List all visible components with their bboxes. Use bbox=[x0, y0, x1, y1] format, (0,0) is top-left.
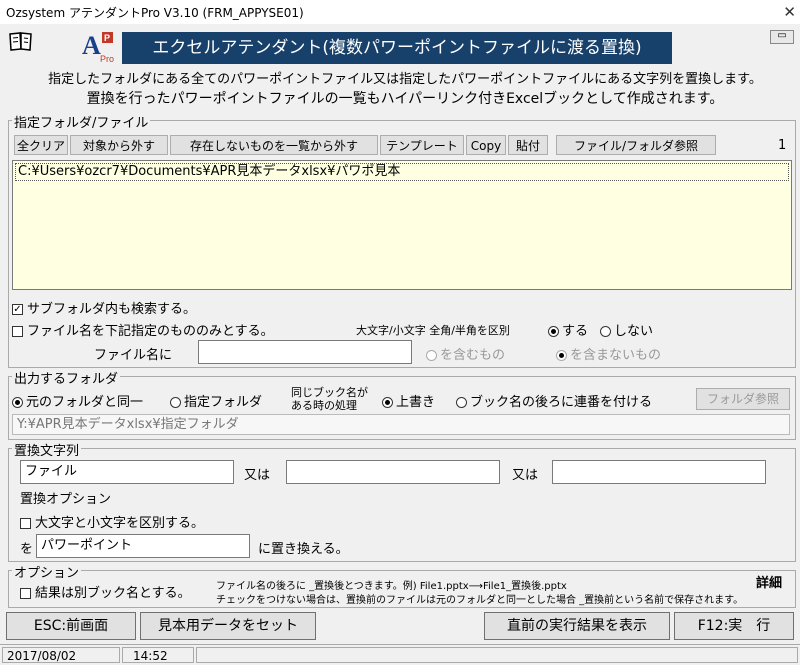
description-line-2: 置換を行ったパワーポイントファイルの一覧もハイパーリンク付きExcelブックとし… bbox=[86, 91, 724, 107]
append-number-label: ブック名の後ろに連番を付ける bbox=[470, 395, 653, 410]
radio-selected-icon[interactable] bbox=[548, 326, 559, 337]
output-folder-group-label: 出力するフォルダ bbox=[12, 368, 121, 387]
replace-suffix-label: に置き換える。 bbox=[258, 542, 349, 557]
filename-input[interactable] bbox=[198, 340, 412, 364]
contains-label: を含むもの bbox=[440, 348, 506, 363]
paste-button[interactable]: 貼付 bbox=[508, 135, 548, 155]
with-label: を bbox=[20, 542, 34, 557]
window-title: Ozsystem アテンダントPro V3.10 (FRM_APPYSE01) bbox=[6, 6, 304, 20]
svg-text:Pro: Pro bbox=[100, 54, 114, 64]
esc-back-button[interactable]: ESC:前画面 bbox=[6, 612, 136, 640]
status-bar: 2017/08/02 14:52 bbox=[0, 644, 800, 665]
option-note-line-1: ファイル名の後ろに _置換後とつきます。例) File1.pptx⟶File1_… bbox=[216, 581, 567, 592]
same-folder-radio[interactable]: 元のフォルダと同一 bbox=[12, 391, 143, 410]
case-no-radio[interactable]: しない bbox=[600, 320, 653, 339]
checkbox-icon[interactable] bbox=[20, 588, 31, 599]
status-date: 2017/08/02 bbox=[2, 647, 120, 663]
replace-group-label: 置換文字列 bbox=[12, 440, 82, 459]
case-no-label: しない bbox=[614, 324, 654, 339]
filter-filename-label: ファイル名を下記指定のもののみとする。 bbox=[27, 324, 274, 339]
not-contains-radio[interactable]: を含まないもの bbox=[556, 344, 661, 363]
case-yes-label: する bbox=[562, 324, 589, 339]
search-text-3-input[interactable] bbox=[552, 460, 766, 484]
append-number-radio[interactable]: ブック名の後ろに連番を付ける bbox=[456, 391, 652, 410]
list-item[interactable]: C:¥Users¥ozcr7¥Documents¥APR見本データxlsx¥パワ… bbox=[15, 163, 789, 181]
overwrite-label: 上書き bbox=[396, 395, 436, 410]
case-sensitive-label: 大文字と小文字を区別する。 bbox=[35, 516, 205, 531]
book-icon[interactable] bbox=[8, 30, 34, 52]
include-subfolders-checkbox[interactable]: ✓ サブフォルダ内も検索する。 bbox=[12, 298, 196, 317]
target-list[interactable]: C:¥Users¥ozcr7¥Documents¥APR見本データxlsx¥パワ… bbox=[12, 160, 792, 290]
case-sensitive-checkbox[interactable]: 大文字と小文字を区別する。 bbox=[20, 512, 204, 531]
case-yes-radio[interactable]: する bbox=[548, 320, 588, 339]
options-group-label: オプション bbox=[12, 562, 82, 581]
details-link[interactable]: 詳細 bbox=[756, 572, 782, 591]
svg-text:A: A bbox=[82, 31, 101, 60]
radio-icon[interactable] bbox=[600, 326, 611, 337]
specified-folder-label: 指定フォルダ bbox=[184, 395, 263, 410]
case-sensitivity-label: 大文字/小文字 全角/半角を区別 bbox=[356, 324, 510, 337]
checkbox-icon[interactable] bbox=[20, 518, 31, 529]
browse-file-folder-button[interactable]: ファイル/フォルダ参照 bbox=[556, 135, 716, 155]
checkbox-checked-icon[interactable]: ✓ bbox=[12, 304, 23, 315]
close-icon[interactable]: ✕ bbox=[783, 3, 796, 21]
clear-all-button[interactable]: 全クリア bbox=[14, 135, 68, 155]
output-path-field[interactable]: Y:¥APR見本データxlsx¥指定フォルダ bbox=[12, 414, 790, 435]
overwrite-radio[interactable]: 上書き bbox=[382, 391, 435, 410]
filename-label: ファイル名に bbox=[94, 348, 173, 363]
same-name-label-2: ある時の処理 bbox=[291, 399, 357, 412]
search-text-2-input[interactable] bbox=[286, 460, 500, 484]
checkbox-icon[interactable] bbox=[12, 326, 23, 337]
set-sample-data-button[interactable]: 見本用データをセット bbox=[140, 612, 316, 640]
radio-selected-icon[interactable] bbox=[556, 350, 567, 361]
contains-radio[interactable]: を含むもの bbox=[426, 344, 505, 363]
folder-browse-button[interactable]: フォルダ参照 bbox=[696, 388, 790, 410]
radio-selected-icon[interactable] bbox=[12, 397, 23, 408]
title-bar: Ozsystem アテンダントPro V3.10 (FRM_APPYSE01) … bbox=[0, 0, 800, 24]
description-line-1: 指定したフォルダにある全てのパワーポイントファイル又は指定したパワーポイントファ… bbox=[48, 72, 762, 87]
app-logo-icon: A P Pro bbox=[80, 30, 118, 64]
template-button[interactable]: テンプレート bbox=[380, 135, 464, 155]
exclude-button[interactable]: 対象から外す bbox=[70, 135, 168, 155]
filter-filename-checkbox[interactable]: ファイル名を下記指定のもののみとする。 bbox=[12, 320, 274, 339]
replace-options-label: 置換オプション bbox=[20, 492, 112, 507]
copy-button[interactable]: Copy bbox=[466, 135, 506, 155]
search-text-1-input[interactable]: ファイル bbox=[20, 460, 234, 484]
separate-book-checkbox[interactable]: 結果は別ブック名とする。 bbox=[20, 582, 191, 601]
exclude-missing-button[interactable]: 存在しないものを一覧から外す bbox=[170, 135, 378, 155]
or-label-1: 又は bbox=[244, 468, 271, 483]
item-count: 1 bbox=[778, 138, 787, 153]
radio-selected-icon[interactable] bbox=[382, 397, 393, 408]
same-folder-label: 元のフォルダと同一 bbox=[26, 395, 144, 410]
radio-icon[interactable] bbox=[170, 397, 181, 408]
include-subfolders-label: サブフォルダ内も検索する。 bbox=[27, 302, 197, 317]
separate-book-label: 結果は別ブック名とする。 bbox=[35, 586, 191, 601]
radio-icon[interactable] bbox=[456, 397, 467, 408]
status-time: 14:52 bbox=[122, 647, 194, 663]
specified-folder-radio[interactable]: 指定フォルダ bbox=[170, 391, 262, 410]
svg-text:P: P bbox=[104, 33, 110, 43]
radio-icon[interactable] bbox=[426, 350, 437, 361]
not-contains-label: を含まないもの bbox=[570, 348, 662, 363]
show-last-result-button[interactable]: 直前の実行結果を表示 bbox=[484, 612, 670, 640]
replacement-input[interactable]: パワーポイント bbox=[36, 534, 250, 558]
status-message bbox=[196, 647, 798, 663]
folder-file-group-label: 指定フォルダ/ファイル bbox=[12, 112, 151, 131]
minimize-button[interactable]: ▭ bbox=[770, 30, 794, 44]
option-note-line-2: チェックをつけない場合は、置換前のファイルは元のフォルダと同一とした場合 _置換… bbox=[216, 595, 744, 606]
banner-title: エクセルアテンダント(複数パワーポイントファイルに渡る置換) bbox=[122, 32, 672, 64]
or-label-2: 又は bbox=[512, 468, 539, 483]
f12-execute-button[interactable]: F12:実 行 bbox=[674, 612, 794, 640]
